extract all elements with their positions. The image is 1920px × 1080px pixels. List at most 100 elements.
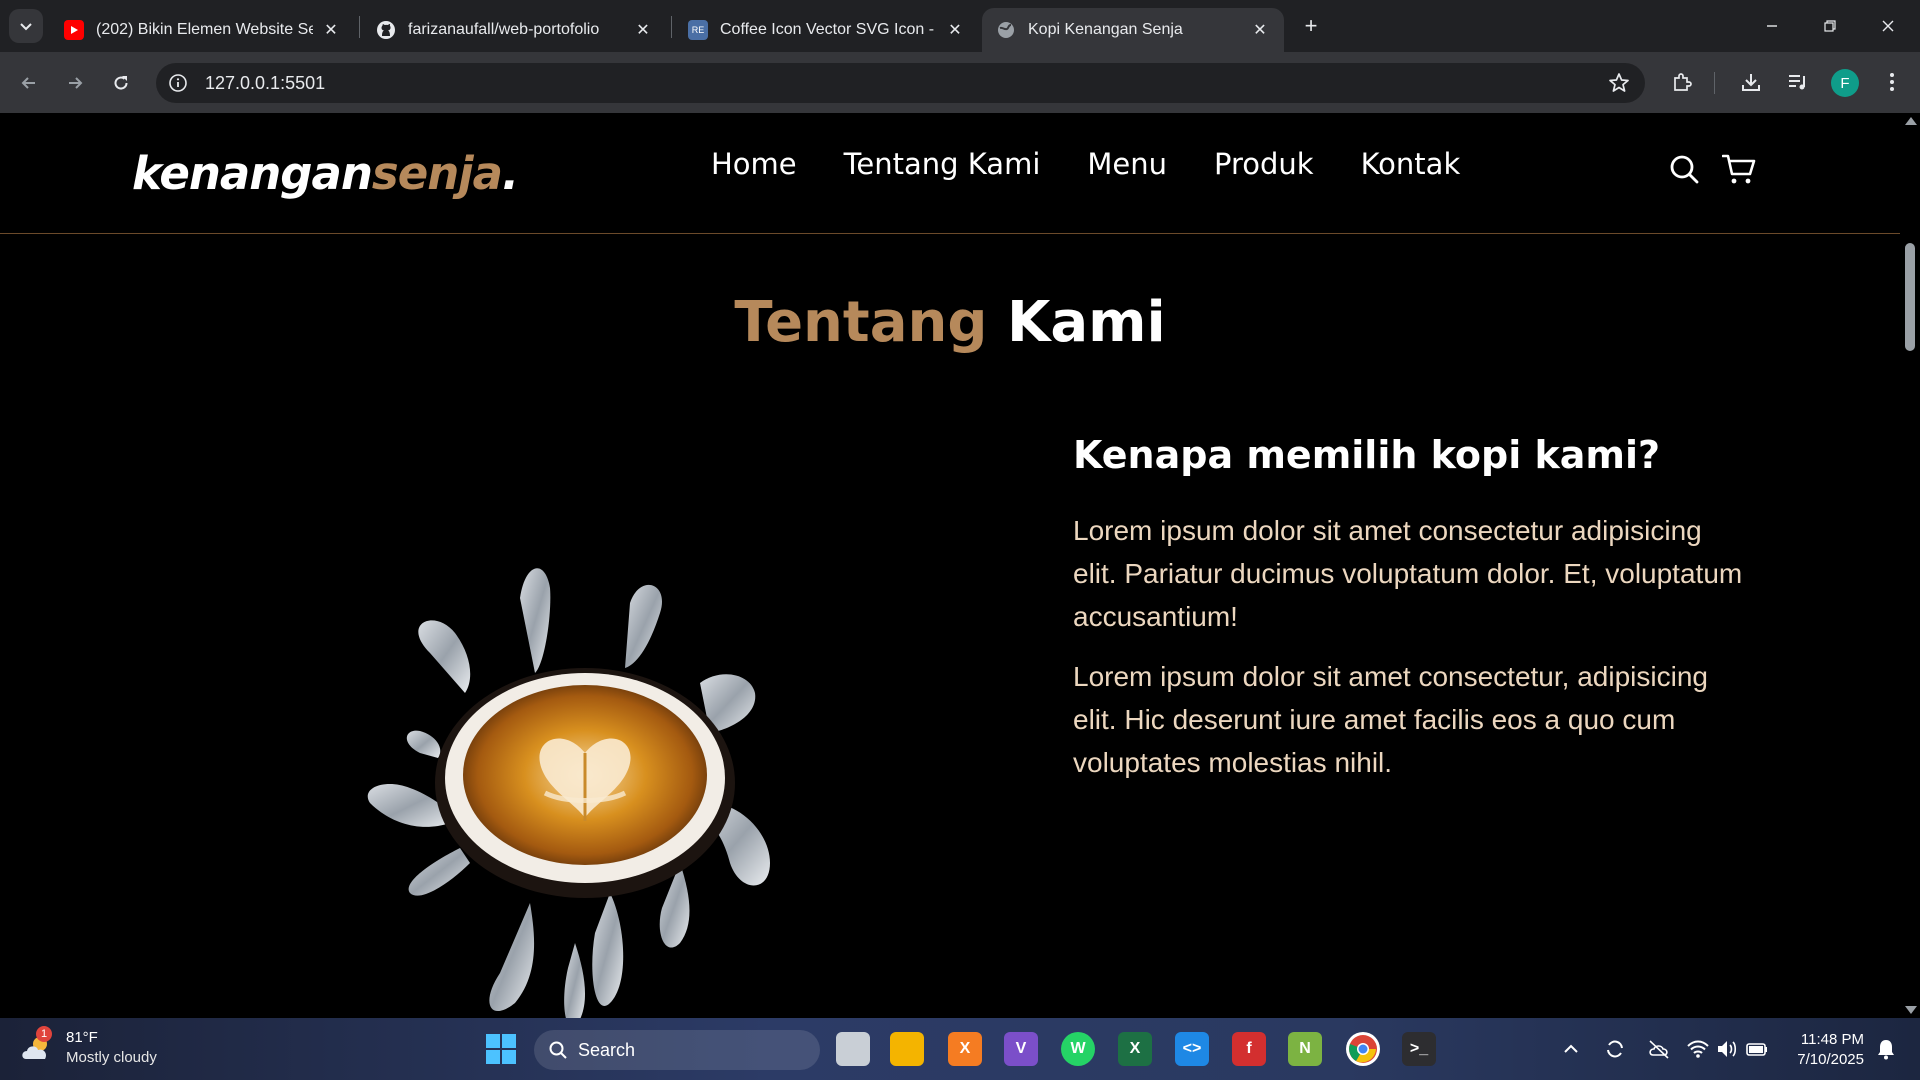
back-button[interactable] (12, 66, 46, 100)
downloads-button[interactable] (1737, 68, 1765, 96)
nav-link-menu[interactable]: Menu (1087, 147, 1167, 181)
windows-taskbar: 1 81°F Mostly cloudy Search X V W X <> f… (0, 1018, 1920, 1080)
tab-search-button[interactable] (9, 9, 43, 43)
clock-date: 7/10/2025 (1797, 1051, 1864, 1068)
restore-button[interactable] (1801, 0, 1859, 52)
search-icon[interactable] (1668, 153, 1700, 185)
tab-youtube[interactable]: (202) Bikin Elemen Website Sem ✕ (50, 8, 355, 52)
xampp-icon[interactable]: X (948, 1032, 982, 1066)
profile-avatar[interactable]: F (1831, 69, 1859, 97)
close-tab-icon[interactable]: ✕ (633, 20, 653, 40)
browser-toolbar: 127.0.0.1:5501 F (0, 52, 1920, 113)
youtube-icon (64, 20, 84, 40)
minimize-icon (1767, 25, 1777, 27)
toolbar-divider (1714, 72, 1715, 94)
tab-title: (202) Bikin Elemen Website Sem (96, 21, 313, 38)
extensions-button[interactable] (1668, 68, 1696, 96)
restore-icon (1824, 20, 1836, 32)
about-paragraph: Lorem ipsum dolor sit amet consectetur, … (1073, 661, 1708, 778)
more-vertical-icon (1890, 73, 1894, 91)
download-icon (1742, 74, 1760, 91)
wifi-icon[interactable] (1685, 1036, 1711, 1062)
notepad-plus-icon[interactable]: N (1288, 1032, 1322, 1066)
taskbar-search[interactable]: Search (534, 1030, 820, 1070)
tab-kopi-kenangan-senja[interactable]: Kopi Kenangan Senja ✕ (982, 8, 1284, 52)
url-text[interactable]: 127.0.0.1:5501 (205, 73, 325, 94)
nav-link-kontak[interactable]: Kontak (1361, 147, 1461, 181)
page-scrollbar[interactable] (1900, 113, 1920, 1018)
site-navbar: kenangansenja. Home Tentang Kami Menu Pr… (0, 113, 1900, 234)
browser-menu-button[interactable] (1878, 68, 1906, 96)
weather-widget[interactable]: 1 81°F Mostly cloudy (20, 1026, 157, 1068)
tab-title: Kopi Kenangan Senja (1028, 21, 1183, 38)
notification-badge: 1 (36, 1026, 52, 1042)
tab-title: Coffee Icon Vector SVG Icon - S (720, 21, 937, 38)
notification-bell-icon[interactable] (1873, 1036, 1899, 1062)
whatsapp-icon[interactable]: W (1061, 1032, 1095, 1066)
reload-button[interactable] (104, 66, 138, 100)
nav-icons (1668, 153, 1756, 185)
site-logo[interactable]: kenangansenja. (132, 147, 519, 200)
globe-icon (996, 20, 1016, 40)
tab-title: farizanaufall/web-portofolio (408, 21, 600, 38)
excel-icon[interactable]: X (1118, 1032, 1152, 1066)
svgrepo-icon: RE (688, 20, 708, 40)
close-icon (1882, 20, 1894, 32)
webpage: kenangansenja. Home Tentang Kami Menu Pr… (0, 113, 1900, 1018)
section-title: Tentang Kami (734, 290, 1166, 355)
nav-link-produk[interactable]: Produk (1214, 147, 1314, 181)
scroll-down-icon[interactable] (1905, 1006, 1917, 1014)
tab-divider (671, 16, 672, 38)
clock-time: 11:48 PM (1800, 1031, 1864, 1048)
close-tab-icon[interactable]: ✕ (1250, 20, 1270, 40)
chevron-down-icon (20, 23, 32, 31)
scrollbar-thumb[interactable] (1905, 243, 1915, 351)
playlist-music-icon (1789, 75, 1805, 90)
puzzle-icon (1674, 73, 1692, 91)
tab-divider (359, 16, 360, 38)
bookmark-star-icon[interactable] (1607, 71, 1631, 95)
search-icon (549, 1041, 567, 1059)
address-bar[interactable]: 127.0.0.1:5501 (156, 63, 1645, 103)
volume-icon[interactable] (1714, 1036, 1740, 1062)
terminal-icon[interactable]: >_ (1402, 1032, 1436, 1066)
new-tab-icon[interactable]: + (1297, 12, 1325, 40)
about-content: Kenapa memilih kopi kami? Lorem ipsum do… (1073, 433, 1753, 801)
cart-icon[interactable] (1722, 153, 1756, 185)
nav-link-tentang-kami[interactable]: Tentang Kami (844, 147, 1041, 181)
site-menu: Home Tentang Kami Menu Produk Kontak (711, 147, 1460, 181)
close-tab-icon[interactable]: ✕ (321, 20, 341, 40)
windows-start-icon[interactable] (484, 1032, 518, 1066)
cloud-off-icon[interactable] (1646, 1036, 1672, 1062)
system-clock[interactable]: 11:48 PM 7/10/2025 (1780, 1030, 1864, 1070)
info-icon[interactable] (168, 73, 188, 93)
reload-icon (114, 76, 128, 90)
vscode-icon[interactable]: <> (1175, 1032, 1209, 1066)
visual-studio-icon[interactable]: V (1004, 1032, 1038, 1066)
sync-icon[interactable] (1602, 1036, 1628, 1062)
task-view-icon[interactable] (836, 1032, 870, 1066)
scroll-up-icon[interactable] (1905, 117, 1917, 125)
chevron-up-icon[interactable] (1558, 1036, 1584, 1062)
nav-link-home[interactable]: Home (711, 147, 797, 181)
weather-condition: Mostly cloudy (66, 1049, 157, 1066)
tab-bar: (202) Bikin Elemen Website Sem ✕ farizan… (0, 0, 1920, 52)
github-icon (376, 20, 396, 40)
arrow-right-icon (69, 77, 83, 89)
close-window-button[interactable] (1859, 0, 1917, 52)
about-paragraph: Lorem ipsum dolor sit amet consectetur a… (1073, 515, 1743, 632)
tab-svgrepo[interactable]: RE Coffee Icon Vector SVG Icon - S ✕ (674, 8, 979, 52)
about-heading: Kenapa memilih kopi kami? (1073, 433, 1661, 477)
media-control-button[interactable] (1784, 68, 1812, 96)
taskbar-search-placeholder: Search (578, 1039, 636, 1060)
flash-icon[interactable]: f (1232, 1032, 1266, 1066)
tab-github[interactable]: farizanaufall/web-portofolio ✕ (362, 8, 667, 52)
coffee-splash-image (367, 568, 770, 1018)
close-tab-icon[interactable]: ✕ (945, 20, 965, 40)
minimize-button[interactable] (1743, 0, 1801, 52)
forward-button[interactable] (58, 66, 92, 100)
file-explorer-icon[interactable] (890, 1032, 924, 1066)
weather-temperature: 81°F (66, 1029, 98, 1046)
battery-icon[interactable] (1744, 1036, 1770, 1062)
chrome-icon[interactable] (1346, 1032, 1380, 1066)
